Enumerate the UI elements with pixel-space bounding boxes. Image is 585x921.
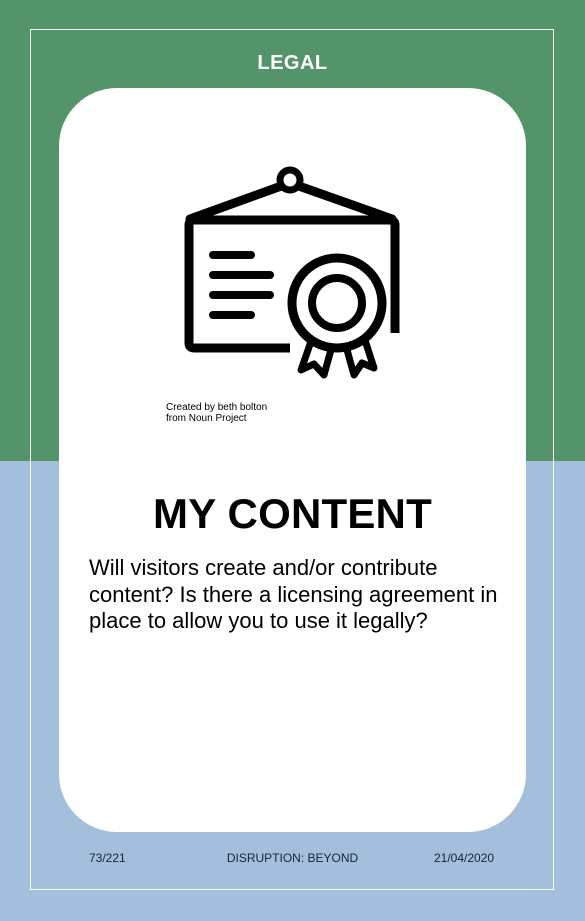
- category-label: LEGAL: [257, 52, 328, 74]
- credit-line-2: from Noun Project: [166, 413, 247, 424]
- card-title: MY CONTENT: [153, 490, 432, 537]
- deck-name: DISRUPTION: BEYOND: [226, 851, 359, 865]
- credit-line-1: Created by beth bolton: [166, 402, 268, 413]
- certificate-icon: [184, 166, 400, 379]
- icon-credit: Created by beth bolton from Noun Project: [166, 402, 267, 424]
- footer-date: 21/04/2020: [434, 851, 495, 865]
- card-question: Will visitors create and/or contribute c…: [89, 555, 498, 633]
